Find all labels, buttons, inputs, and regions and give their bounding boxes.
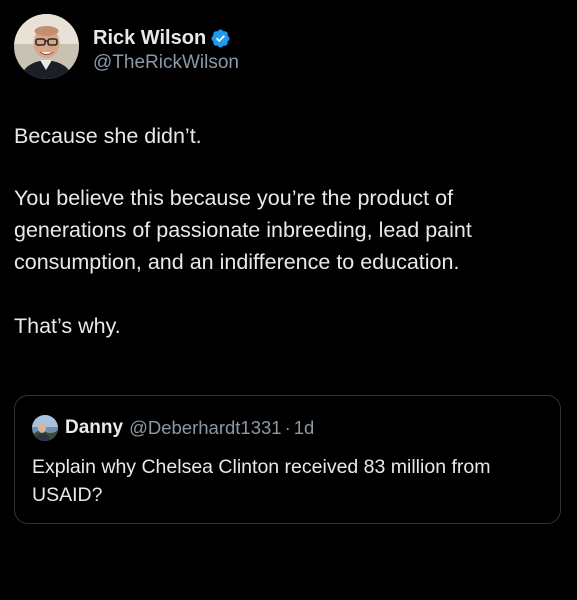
quoted-author-display-name[interactable]: Danny	[65, 417, 123, 439]
author-avatar[interactable]	[14, 14, 79, 79]
author-handle[interactable]: @TheRickWilson	[93, 51, 239, 75]
quoted-author-avatar[interactable]	[32, 415, 58, 441]
tweet-paragraph: That’s why.	[14, 314, 121, 338]
avatar-photo-icon	[14, 14, 79, 79]
verified-badge-icon	[210, 28, 231, 49]
author-names: Rick Wilson @TheRickWilson	[93, 26, 239, 75]
tweet-paragraph: You believe this because you’re the prod…	[14, 186, 478, 274]
quoted-tweet-header: Danny @Deberhardt1331 · 1d	[32, 415, 314, 441]
author-name-row: Rick Wilson	[93, 26, 239, 50]
avatar-photo-icon	[32, 415, 58, 441]
tweet-header: Rick Wilson @TheRickWilson	[14, 14, 239, 79]
tweet: Rick Wilson @TheRickWilson Because she d…	[0, 0, 577, 600]
quoted-timestamp[interactable]: 1d	[294, 417, 315, 439]
quoted-author-handle[interactable]: @Deberhardt1331	[129, 417, 282, 439]
tweet-text: Because she didn’t. You believe this bec…	[14, 120, 564, 342]
dot-separator: ·	[284, 417, 291, 438]
quoted-tweet[interactable]: Danny @Deberhardt1331 · 1d Explain why C…	[14, 395, 561, 524]
tweet-paragraph: Because she didn’t.	[14, 124, 202, 148]
author-display-name[interactable]: Rick Wilson	[93, 26, 206, 50]
quoted-tweet-text: Explain why Chelsea Clinton received 83 …	[32, 456, 491, 506]
